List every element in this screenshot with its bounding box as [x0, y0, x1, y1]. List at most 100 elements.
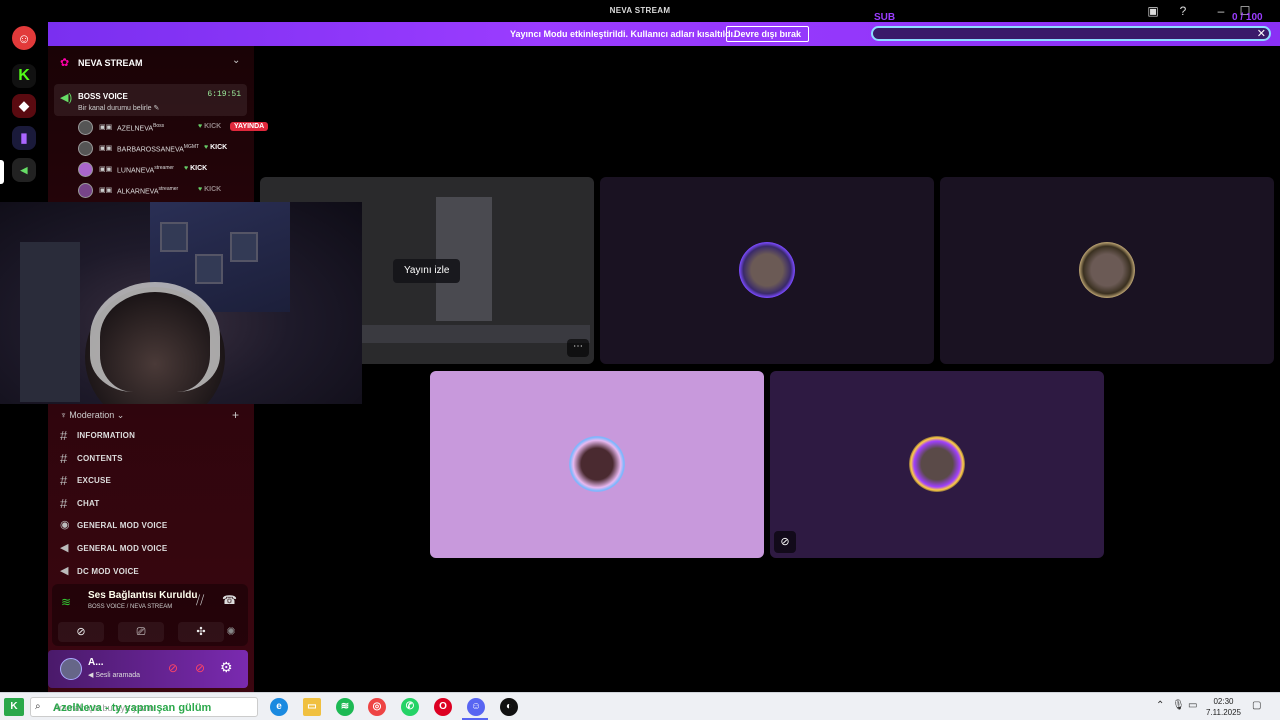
camera-off-button[interactable]: ⊘ — [58, 622, 104, 642]
channel-dc-mod-voice[interactable]: ◀ DC MOD VOICE — [60, 562, 246, 582]
taskbar-clock[interactable]: 02:30 7.11.2025 — [1206, 696, 1241, 718]
folder-icon[interactable]: ▭ — [303, 698, 321, 716]
category-moderation[interactable]: ♆ Moderation ⌄ — [60, 410, 124, 421]
banner-message: Yayıncı Modu etkinleştirildi. Kullanıcı … — [510, 29, 736, 39]
edge-icon[interactable]: e — [270, 698, 288, 716]
channel-excuse[interactable]: # EXCUSE — [60, 471, 246, 491]
start-icon[interactable]: K — [4, 698, 24, 716]
title-bar: NEVA STREAM ▣ ? – ☐ SUB 0 / 100 — [0, 0, 1280, 23]
gear-icon[interactable]: ⚙ — [220, 659, 233, 676]
voice-member[interactable]: ▣▣ ALKARNEVAstreamer ♥ KICK — [78, 182, 248, 200]
channel-chat[interactable]: # CHAT — [60, 494, 246, 514]
background-door — [20, 242, 80, 402]
deafen-icon[interactable]: ⊘ — [195, 661, 205, 675]
participant-avatar — [1079, 242, 1135, 298]
member-name: AZELNEVABoss — [117, 123, 165, 133]
hash-icon: # — [60, 473, 68, 488]
whatsapp-icon[interactable]: ✆ — [401, 698, 419, 716]
badge-icons: ▣▣ — [99, 124, 113, 131]
spotify-icon[interactable]: ≋ — [336, 698, 354, 716]
voice-member[interactable]: ▣▣ AZELNEVABoss ♥ KICK YAYINDA — [78, 119, 269, 137]
voice-member[interactable]: ▣▣ BARBAROSSANEVAMGMT ♥ KICK — [78, 140, 248, 158]
screen-preview-bar — [360, 325, 590, 343]
disable-button[interactable]: Devre dışı bırak — [726, 26, 810, 42]
chrome-icon[interactable]: ◎ — [368, 698, 386, 716]
kick-badge: ♥ KICK — [198, 186, 222, 193]
channel-information[interactable]: # INFORMATION — [60, 426, 246, 446]
soundboard-button[interactable]: ✺ — [208, 622, 254, 642]
avatar — [78, 120, 93, 135]
username: A... — [88, 657, 104, 668]
window-title: NEVA STREAM — [609, 6, 671, 15]
more-options-icon[interactable]: ⋯ — [567, 339, 589, 357]
taskbar-search[interactable]: ⌕ Aramak için buraya yazın AzelNeva - ty… — [30, 697, 258, 717]
chevron-down-icon[interactable]: ⌄ — [232, 55, 240, 66]
user-avatar[interactable] — [60, 658, 82, 680]
channel-status[interactable]: Bir kanal durumu belirle ✎ — [78, 104, 159, 112]
stage-icon: ◉ — [60, 519, 70, 531]
share-screen-button[interactable]: ⎚ — [118, 622, 164, 642]
hash-icon: # — [60, 496, 68, 511]
voice-channel-boss-voice[interactable]: ◀) BOSS VOICE Bir kanal durumu belirle ✎… — [54, 84, 247, 116]
camera-off-icon: ⊘ — [774, 531, 796, 553]
voice-location[interactable]: BOSS VOICE / NEVA STREAM — [88, 604, 172, 610]
avatar — [78, 183, 93, 198]
channel-contents[interactable]: # CONTENTS — [60, 449, 246, 469]
kick-badge: ♥ KICK — [204, 144, 228, 151]
help-icon[interactable]: ? — [1176, 4, 1190, 18]
server-name: NEVA STREAM — [78, 58, 143, 68]
hash-icon: # — [60, 451, 68, 466]
mute-icon[interactable]: ⊘ — [168, 661, 178, 675]
server-icon[interactable]: ◆ — [12, 94, 36, 118]
voice-timer: 6:19:51 — [207, 90, 241, 99]
inbox-icon[interactable]: ▣ — [1146, 4, 1160, 18]
background-frame — [230, 232, 258, 262]
search-icon: ⌕ — [35, 701, 41, 712]
server-header[interactable]: ✿ NEVA STREAM ⌄ — [48, 46, 254, 78]
member-name: BARBAROSSANEVAMGMT — [117, 144, 200, 154]
badge-icons: ▣▣ — [99, 166, 113, 173]
app-icon[interactable]: ◐ — [500, 698, 518, 716]
participant-tile[interactable] — [940, 177, 1274, 364]
participant-tile[interactable] — [770, 371, 1104, 558]
signal-icon: ≋ — [61, 595, 72, 609]
taskbar: K ⌕ Aramak için buraya yazın AzelNeva - … — [0, 692, 1280, 720]
avatar — [78, 162, 93, 177]
voice-channel-name: BOSS VOICE — [78, 92, 128, 101]
network-icon[interactable]: ▭ — [1188, 700, 1197, 711]
background-frame — [195, 254, 223, 284]
speaker-icon: ◀ — [60, 542, 69, 554]
discord-home-icon[interactable]: ☺ — [12, 26, 36, 50]
close-icon[interactable]: ✕ — [1257, 27, 1266, 40]
channel-general-mod-voice[interactable]: ◀ GENERAL MOD VOICE — [60, 539, 246, 559]
microphone-icon[interactable]: 🎙 — [1172, 700, 1185, 711]
kick-badge: ♥ KICK — [184, 165, 208, 172]
add-channel-icon[interactable]: + — [232, 408, 239, 422]
badge-icons: ▣▣ — [99, 187, 113, 194]
chevron-up-icon[interactable]: ⌃ — [1156, 700, 1164, 711]
server-kick-icon[interactable]: K — [12, 64, 36, 88]
server-icon[interactable]: ▮ — [12, 126, 36, 150]
live-badge: YAYINDA — [230, 122, 269, 131]
watch-stream-button[interactable]: Yayını izle — [393, 259, 461, 283]
discord-icon[interactable]: ☺ — [467, 698, 485, 716]
speaker-icon: ◀ — [60, 565, 69, 577]
voice-member[interactable]: ▣▣ LUNANEVAstreamer ♥ KICK — [78, 161, 248, 179]
minimize-icon[interactable]: – — [1214, 4, 1228, 18]
disconnect-icon[interactable]: ☎ — [222, 593, 237, 607]
server-badge-icon: ✿ — [60, 57, 70, 69]
server-voice-icon[interactable]: ◀ — [12, 158, 36, 182]
hash-icon: # — [60, 428, 68, 443]
participant-tile[interactable] — [600, 177, 934, 364]
avatar — [78, 141, 93, 156]
background-frame — [160, 222, 188, 252]
notification-icon[interactable]: ▢ — [1252, 700, 1261, 711]
voice-status: Ses Bağlantısı Kuruldu — [88, 590, 198, 601]
badge-icons: ▣▣ — [99, 145, 113, 152]
noise-suppression-icon[interactable]: ⧸⧸ — [196, 593, 204, 608]
member-name: LUNANEVAstreamer — [117, 165, 174, 175]
channel-general-mod-voice-stage[interactable]: ◉ GENERAL MOD VOICE — [60, 516, 246, 536]
opera-icon[interactable]: O — [434, 698, 452, 716]
speaker-icon: ◀) — [60, 92, 73, 104]
participant-tile[interactable] — [430, 371, 764, 558]
